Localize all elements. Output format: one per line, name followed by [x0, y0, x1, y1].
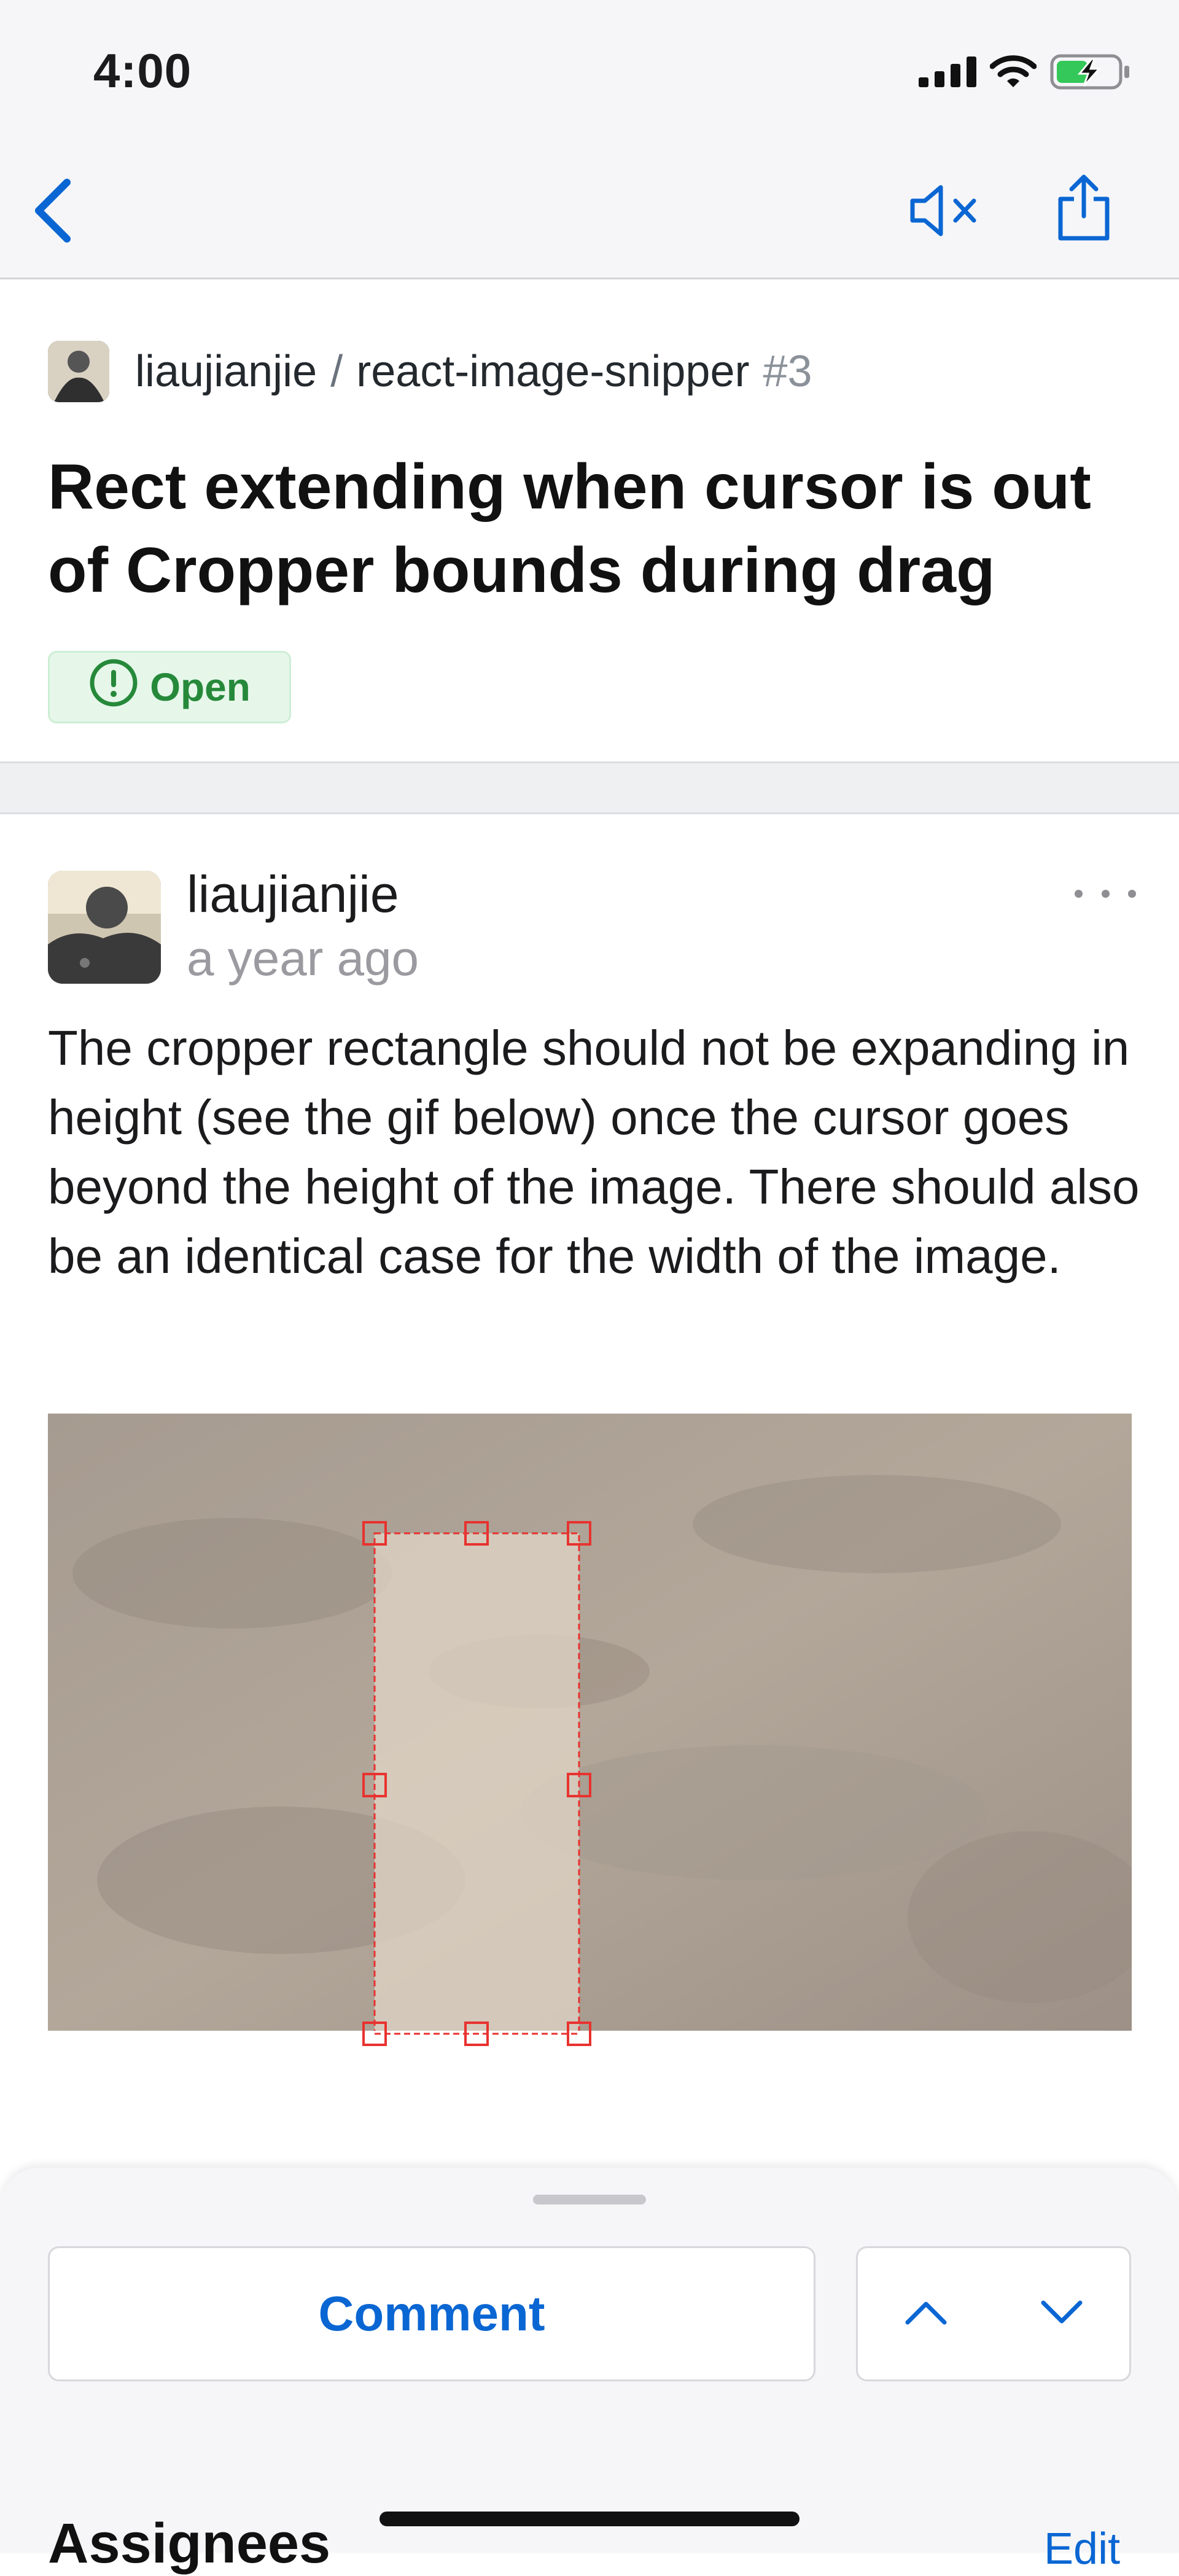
more-dot-icon — [1128, 889, 1136, 898]
more-dot-icon — [1075, 889, 1083, 898]
repo-owner-link[interactable]: liaujianjie — [135, 346, 317, 397]
mute-button[interactable] — [903, 172, 989, 252]
section-divider — [0, 763, 1179, 814]
chevron-left-icon — [33, 178, 72, 246]
comment-navigation — [856, 2246, 1131, 2381]
assignees-heading: Assignees — [48, 2512, 331, 2575]
comment-body: The cropper rectangle should not be expa… — [48, 1021, 1140, 1283]
repo-separator: / — [330, 347, 343, 396]
navigation-bar — [0, 147, 1179, 279]
repo-name-link[interactable]: react-image-snipper — [356, 346, 749, 397]
status-time: 4:00 — [93, 44, 192, 98]
crop-rectangle[interactable] — [48, 1414, 1132, 2031]
comment-timestamp: a year ago — [187, 931, 419, 986]
sheet-drag-handle[interactable] — [533, 2195, 646, 2204]
comment-author[interactable]: liaujianjie — [187, 865, 399, 924]
previous-comment-button[interactable] — [858, 2248, 994, 2379]
next-comment-button[interactable] — [994, 2248, 1129, 2379]
comment-button[interactable]: Comment — [48, 2246, 815, 2381]
battery-charging-icon — [1050, 54, 1130, 93]
more-dot-icon — [1101, 889, 1110, 898]
crop-handles-bottom[interactable] — [354, 2017, 599, 2054]
comment-gif-image[interactable] — [48, 1414, 1132, 2031]
wifi-icon — [989, 55, 1037, 91]
status-icons — [919, 54, 1130, 93]
back-button[interactable] — [18, 172, 86, 252]
speaker-mute-icon — [909, 182, 982, 242]
home-indicator[interactable] — [379, 2512, 800, 2526]
share-icon — [1056, 173, 1112, 245]
issue-title: Rect extending when cursor is out of Cro… — [48, 451, 1091, 606]
status-badge: Open — [48, 651, 291, 723]
edit-assignees-link[interactable]: Edit — [1044, 2524, 1120, 2574]
chevron-down-icon — [1040, 2299, 1084, 2329]
issue-number: #3 — [763, 347, 812, 396]
repo-breadcrumb: liaujianjie / react-image-snipper #3 — [48, 341, 812, 402]
status-label: Open — [150, 665, 251, 709]
owner-avatar[interactable] — [48, 341, 109, 402]
issue-opened-icon — [88, 658, 139, 717]
status-bar: 4:00 — [0, 0, 1179, 147]
comment-more-button[interactable] — [1075, 875, 1136, 912]
signal-icon — [919, 56, 976, 90]
comment-author-avatar[interactable] — [48, 871, 161, 984]
share-button[interactable] — [1044, 166, 1124, 252]
chevron-up-icon — [904, 2299, 948, 2329]
